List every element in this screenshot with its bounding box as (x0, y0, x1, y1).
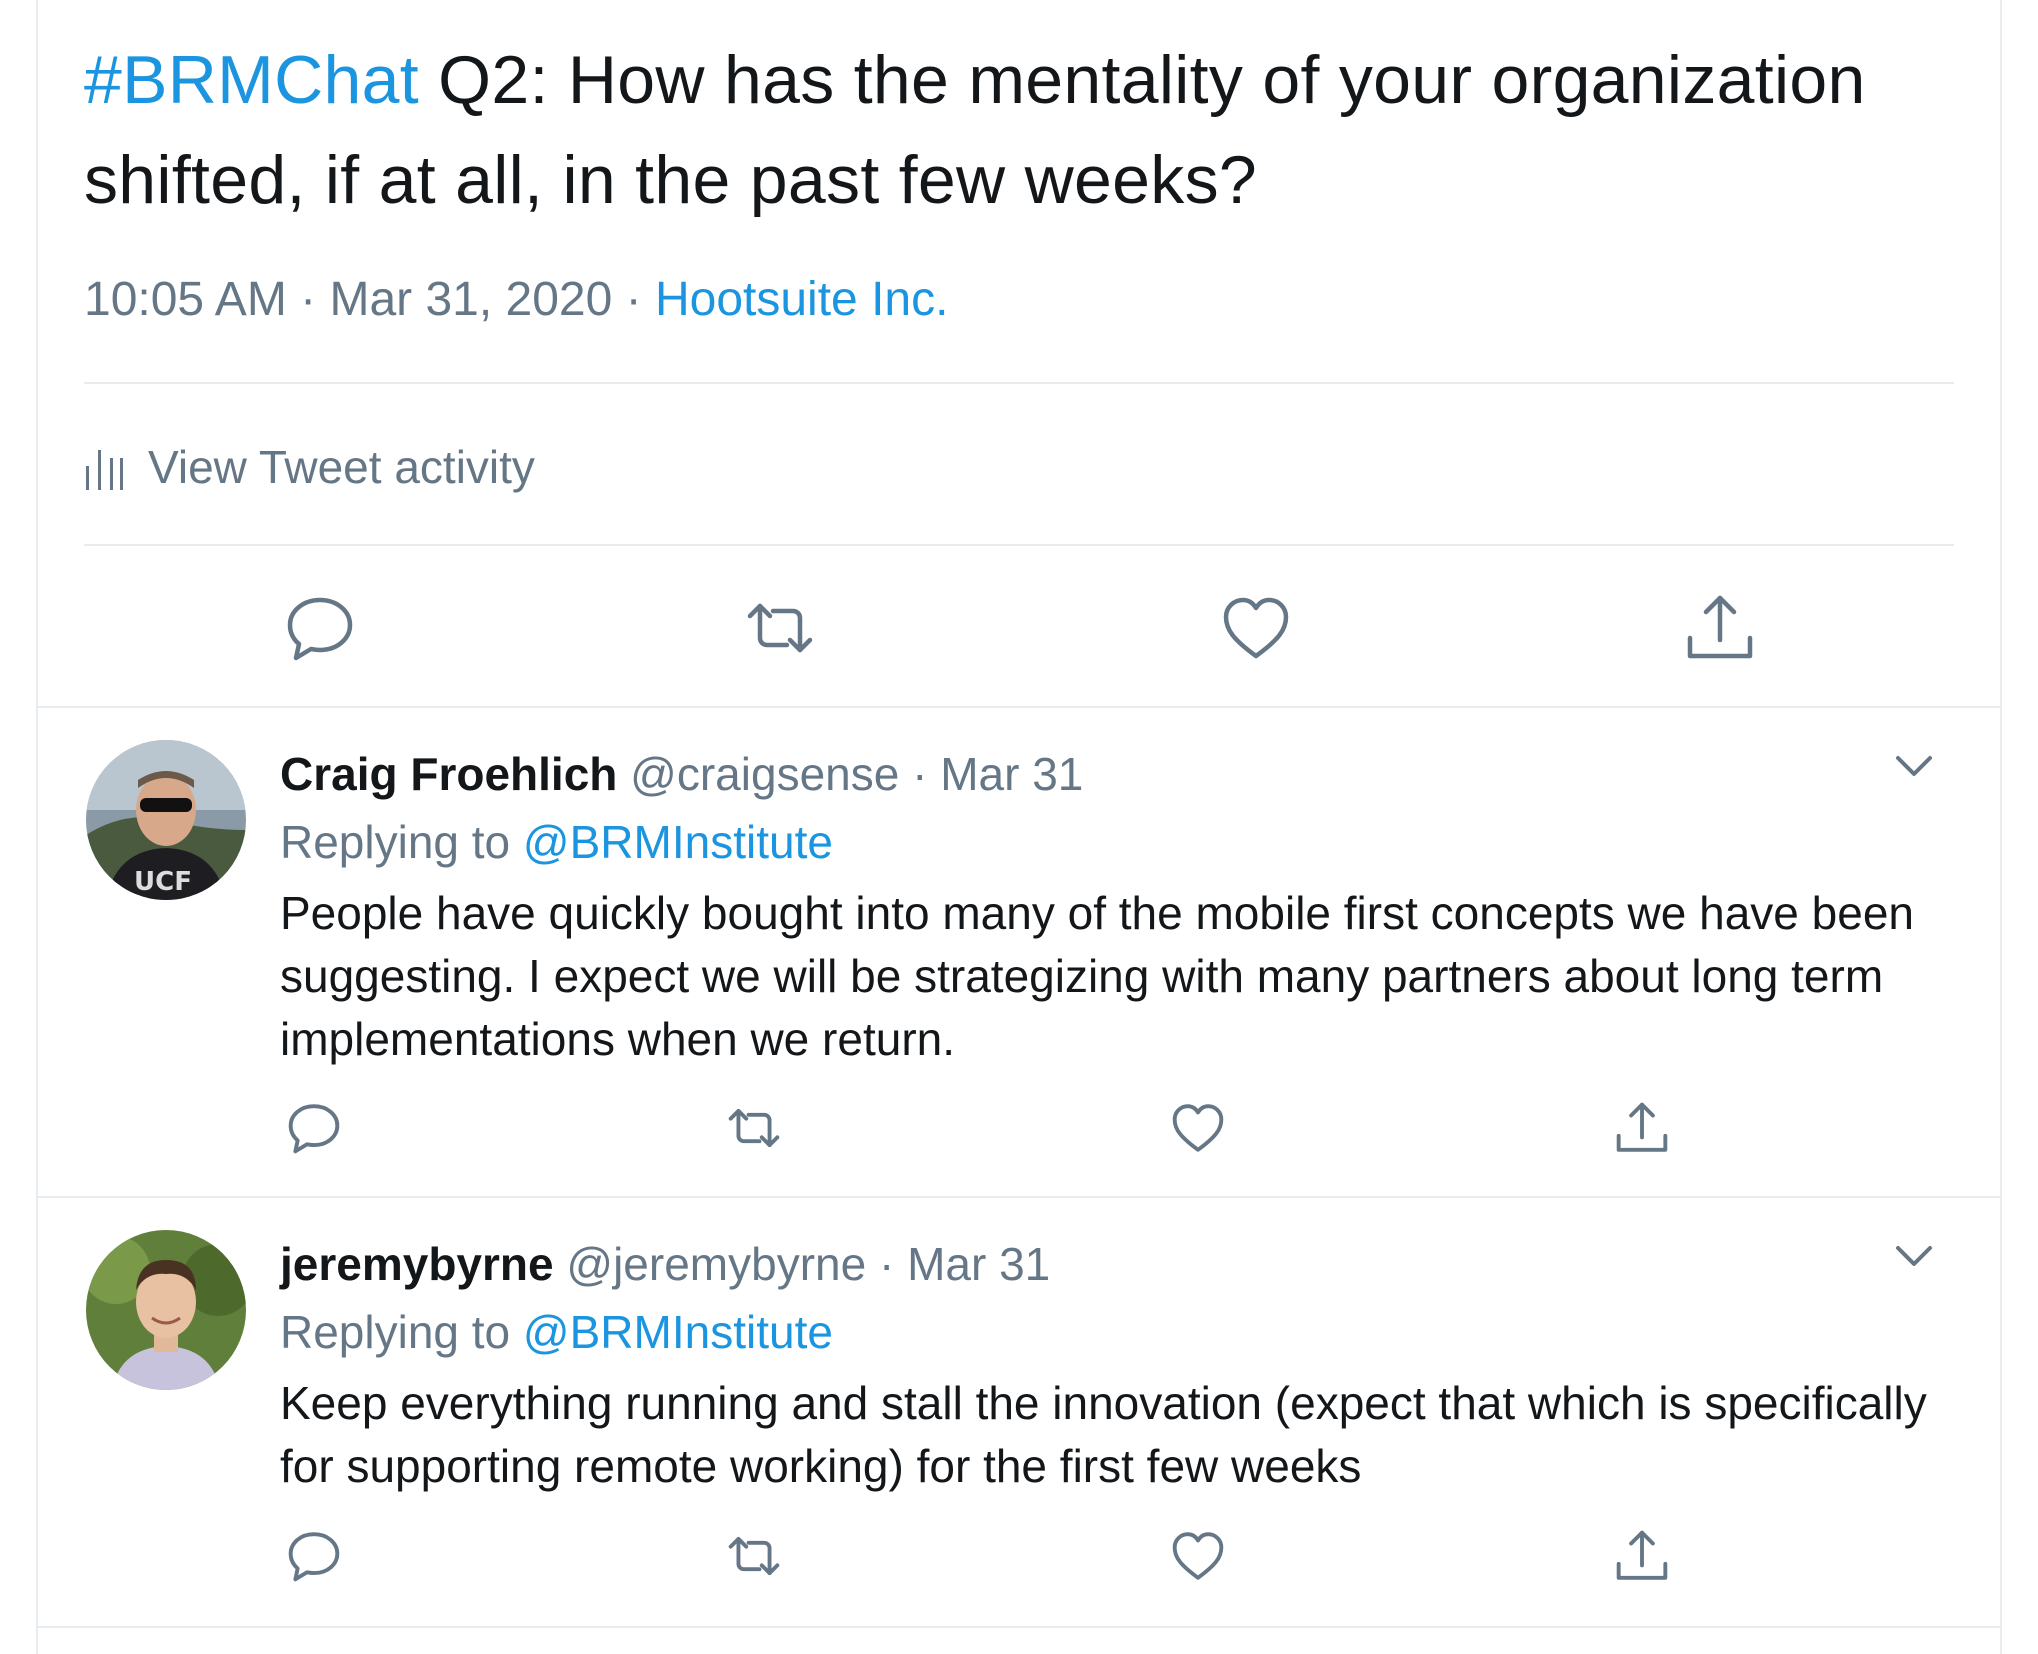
divider (84, 544, 1954, 546)
speech-bubble-icon (288, 1532, 340, 1582)
replying-to: Replying to @BRMInstitute (280, 1302, 833, 1362)
hashtag-link[interactable]: #BRMChat (84, 42, 419, 118)
share-icon (1616, 1530, 1668, 1580)
more-options-button[interactable] (1892, 744, 1936, 788)
chevron-down-icon (1896, 756, 1932, 776)
heart-icon (1172, 1104, 1224, 1152)
like-button[interactable] (1170, 1528, 1226, 1584)
replying-to-prefix: Replying to (280, 1306, 523, 1358)
heart-icon (1223, 597, 1289, 659)
divider (36, 1626, 2002, 1628)
share-button[interactable] (1684, 592, 1756, 664)
reply-button[interactable] (286, 1100, 342, 1156)
retweet-button[interactable] (726, 1528, 782, 1584)
reply-actions (36, 1100, 2002, 1180)
reply-date[interactable]: Mar 31 (907, 1238, 1050, 1290)
handle[interactable]: @craigsense (630, 748, 899, 800)
main-tweet-actions (0, 592, 2038, 672)
retweet-button[interactable] (726, 1100, 782, 1156)
avatar[interactable]: UCF (86, 740, 246, 900)
reply-button[interactable] (284, 592, 356, 664)
mention-link[interactable]: @BRMInstitute (523, 816, 833, 868)
reply-date[interactable]: Mar 31 (940, 748, 1083, 800)
retweet-button[interactable] (744, 592, 816, 664)
reply-button[interactable] (286, 1528, 342, 1584)
reply-text: Keep everything running and stall the in… (280, 1377, 1927, 1492)
meta-separator: · (612, 273, 655, 326)
display-name[interactable]: jeremybyrne (280, 1238, 554, 1290)
view-tweet-activity-link[interactable]: View Tweet activity (84, 432, 535, 502)
replying-to: Replying to @BRMInstitute (280, 812, 833, 872)
reply-actions (36, 1528, 2002, 1608)
meta-separator: · (899, 748, 941, 800)
retweet-icon (728, 1536, 780, 1576)
share-button[interactable] (1614, 1528, 1670, 1584)
tweet-thread-page: #BRMChat Q2: How has the mentality of yo… (0, 0, 2038, 1654)
share-icon (1687, 595, 1753, 659)
tweet-source-link[interactable]: Hootsuite Inc. (655, 273, 948, 326)
activity-label: View Tweet activity (148, 441, 535, 493)
bar-chart-icon (86, 450, 123, 490)
meta-separator: · (286, 273, 330, 326)
tweet-date[interactable]: Mar 31, 2020 (329, 273, 612, 326)
retweet-icon (747, 603, 813, 653)
speech-bubble-icon (287, 597, 353, 661)
reply-tweet[interactable]: UCF Craig Froehlich @craigsense · Mar 31… (36, 708, 2002, 1198)
retweet-icon (728, 1108, 780, 1148)
mention-link[interactable]: @BRMInstitute (523, 1306, 833, 1358)
tweet-meta: 10:05 AM · Mar 31, 2020 · Hootsuite Inc. (84, 270, 948, 330)
svg-text:UCF: UCF (134, 867, 192, 897)
chevron-down-icon (1896, 1246, 1932, 1266)
meta-separator: · (866, 1238, 908, 1290)
more-options-button[interactable] (1892, 1234, 1936, 1278)
main-tweet-text: #BRMChat Q2: How has the mentality of yo… (84, 30, 1954, 230)
reply-tweet[interactable]: jeremybyrne @jeremybyrne · Mar 31 Replyi… (36, 1198, 2002, 1626)
handle[interactable]: @jeremybyrne (566, 1238, 866, 1290)
replying-to-prefix: Replying to (280, 816, 523, 868)
reply-header: jeremybyrne @jeremybyrne · Mar 31 (280, 1234, 1050, 1294)
like-button[interactable] (1170, 1100, 1226, 1156)
like-button[interactable] (1220, 592, 1292, 664)
divider (84, 382, 1954, 384)
speech-bubble-icon (288, 1104, 340, 1154)
tweet-time[interactable]: 10:05 AM (84, 273, 287, 326)
heart-icon (1172, 1532, 1224, 1580)
reply-text: People have quickly bought into many of … (280, 887, 1914, 1065)
avatar[interactable] (86, 1230, 246, 1390)
share-icon (1616, 1102, 1668, 1152)
share-button[interactable] (1614, 1100, 1670, 1156)
display-name[interactable]: Craig Froehlich (280, 748, 617, 800)
reply-header: Craig Froehlich @craigsense · Mar 31 (280, 744, 1083, 804)
